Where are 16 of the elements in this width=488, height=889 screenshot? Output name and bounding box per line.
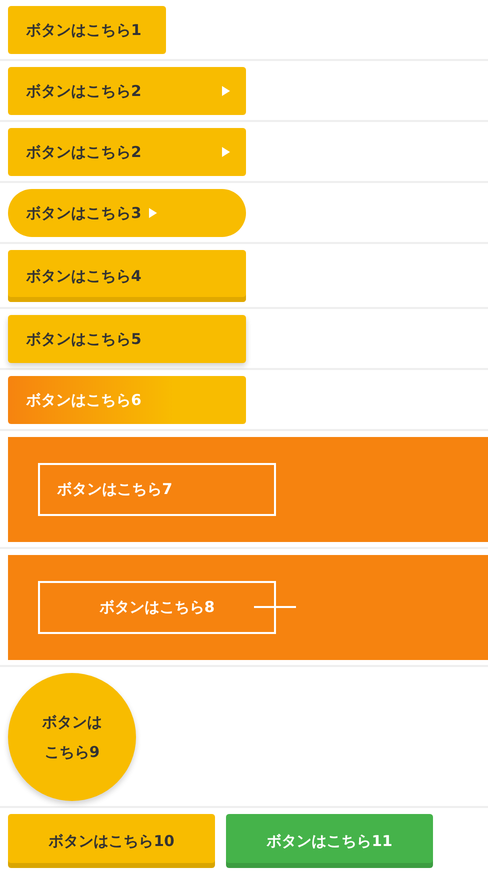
button-label: ボタンはこちら9 (41, 712, 103, 763)
arrow-icon (222, 147, 230, 157)
button[interactable]: ボタンはこちら3 (8, 189, 246, 237)
circle-button[interactable]: ボタンはこちら9 (8, 673, 136, 801)
button[interactable]: ボタンはこちら10 (8, 814, 215, 868)
line-icon (254, 606, 296, 608)
button[interactable]: ボタンはこちら2 (8, 128, 246, 176)
button-label: ボタンはこちら3 (26, 204, 142, 222)
button-label: ボタンはこちら2 (26, 142, 142, 162)
button[interactable]: ボタンはこちら4 (8, 250, 246, 302)
arrow-icon (222, 86, 230, 96)
arrow-icon (149, 208, 158, 218)
button[interactable]: ボタンはこちら2 (8, 67, 246, 115)
button[interactable]: ボタンはこちら5 (8, 315, 246, 363)
button-label: ボタンはこちら2 (26, 82, 142, 100)
button[interactable]: ボタンはこちら1 (8, 6, 166, 54)
